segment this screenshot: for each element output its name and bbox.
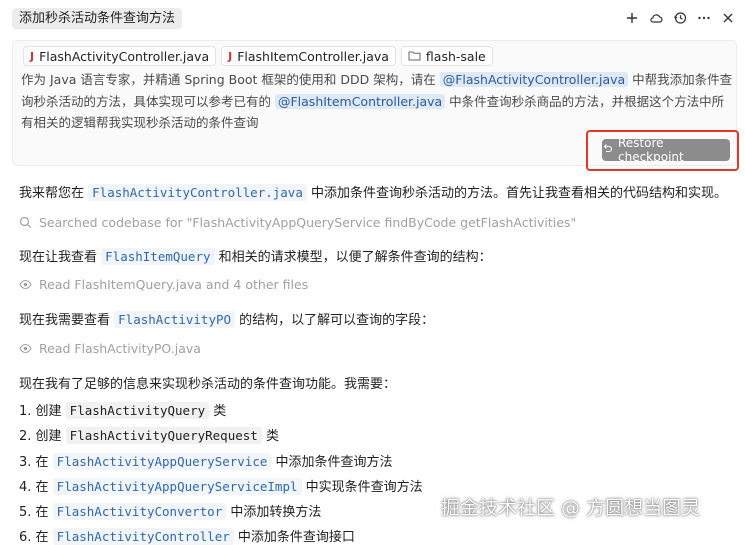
list-item: 2. 创建 FlashActivityQueryRequest 类 — [19, 425, 279, 444]
search-icon — [19, 216, 32, 229]
chip-label: FlashItemController.java — [237, 48, 389, 64]
list-item: 1. 创建 FlashActivityQuery 类 — [19, 400, 226, 419]
list-text: 类 — [209, 404, 227, 419]
inline-code[interactable]: FlashActivityQuery — [65, 402, 210, 419]
context-chip[interactable]: flash-sale — [400, 46, 493, 66]
list-text: 类 — [261, 429, 279, 444]
message-text: 现在我需要查看 — [19, 313, 115, 328]
tool-call-label: Read FlashItemQuery.java and 4 other fil… — [39, 277, 309, 292]
assistant-message: 我来帮您在 FlashActivityController.java 中添加条件… — [19, 182, 727, 201]
java-file-icon: J — [228, 49, 233, 63]
message-text: 的结构，以了解可以查询的字段： — [235, 313, 435, 328]
message-text: 我来帮您在 — [19, 186, 89, 201]
inline-code[interactable]: FlashActivityPO — [114, 311, 236, 328]
list-item: 6. 在 FlashActivityController 中添加条件查询接口 — [19, 526, 355, 545]
eye-icon — [19, 343, 32, 354]
list-text: 4. 在 — [19, 480, 53, 495]
context-chip[interactable]: J FlashItemController.java — [221, 46, 396, 66]
undo-icon — [602, 143, 613, 157]
inline-code[interactable]: FlashItemQuery — [101, 248, 215, 265]
list-text: 中添加条件查询方法 — [271, 455, 393, 470]
folder-icon — [408, 49, 421, 64]
inline-code[interactable]: FlashActivityController.java — [88, 184, 307, 201]
tool-call-label: Searched codebase for "FlashActivityAppQ… — [39, 215, 577, 230]
list-text: 2. 创建 — [19, 429, 66, 444]
assistant-message: 现在我有了足够的信息来实现秒杀活动的条件查询功能。我需要： — [19, 377, 397, 392]
assistant-message: 现在我需要查看 FlashActivityPO 的结构，以了解可以查询的字段： — [19, 309, 434, 328]
top-actions — [623, 9, 737, 27]
chat-title[interactable]: 添加秒杀活动条件查询方法 — [12, 8, 183, 29]
chip-label: flash-sale — [425, 48, 486, 64]
watermark: 掘金技术社区 @ 方圆想当图灵 — [441, 497, 701, 519]
list-text: 6. 在 — [19, 530, 53, 545]
list-item: 3. 在 FlashActivityAppQueryService 中添加条件查… — [19, 451, 393, 470]
message-text: 中添加条件查询秒杀活动的方法。首先让我查看相关的代码结构和实现。 — [306, 186, 727, 201]
inline-code[interactable]: FlashActivityAppQueryServiceImpl — [52, 478, 302, 495]
assistant-message: 现在让我查看 FlashItemQuery 和相关的请求模型，以便了解条件查询的… — [19, 246, 492, 265]
restore-checkpoint-button[interactable]: Restore checkpoint — [602, 136, 730, 164]
list-text: 3. 在 — [19, 455, 53, 470]
inline-code[interactable]: FlashActivityController — [52, 528, 234, 545]
tool-call-read[interactable]: Read FlashActivityPO.java — [19, 341, 201, 356]
chip-label: FlashActivityController.java — [39, 48, 210, 64]
inline-code[interactable]: FlashActivityConvertor — [52, 503, 227, 520]
eye-icon — [19, 279, 32, 290]
message-text: 和相关的请求模型，以便了解条件查询的结构： — [214, 250, 492, 265]
tool-call-label: Read FlashActivityPO.java — [39, 341, 201, 356]
restore-label: Restore checkpoint — [618, 136, 684, 164]
top-bar: 添加秒杀活动条件查询方法 — [0, 0, 745, 38]
prompt-text: 作为 Java 语言专家，并精通 Spring Boot 框架的使用和 DDD … — [21, 69, 733, 134]
close-icon[interactable] — [719, 9, 737, 27]
inline-code[interactable]: FlashActivityAppQueryService — [52, 453, 272, 470]
context-chip[interactable]: J FlashActivityController.java — [23, 46, 217, 66]
more-icon[interactable] — [695, 9, 713, 27]
history-icon[interactable] — [671, 9, 689, 27]
list-text: 中添加转换方法 — [226, 505, 322, 520]
plus-icon[interactable] — [623, 9, 641, 27]
inline-code[interactable]: FlashActivityQueryRequest — [65, 427, 262, 444]
java-file-icon: J — [30, 49, 35, 63]
list-text: 中实现条件查询方法 — [301, 480, 423, 495]
list-text: 5. 在 — [19, 505, 53, 520]
prompt-text-part: 作为 Java 语言专家，并精通 Spring Boot 框架的使用和 DDD … — [21, 72, 440, 87]
tool-call-read[interactable]: Read FlashItemQuery.java and 4 other fil… — [19, 277, 308, 292]
tool-call-search[interactable]: Searched codebase for "FlashActivityAppQ… — [19, 215, 576, 230]
file-mention[interactable]: @FlashItemController.java — [274, 93, 446, 109]
list-item: 5. 在 FlashActivityConvertor 中添加转换方法 — [19, 501, 321, 520]
context-chips: J FlashActivityController.java J FlashIt… — [23, 46, 493, 66]
list-text: 1. 创建 — [19, 404, 66, 419]
cloud-icon[interactable] — [647, 9, 665, 27]
file-mention[interactable]: @FlashActivityController.java — [439, 72, 629, 87]
message-text: 现在让我查看 — [19, 250, 102, 265]
list-text: 中添加条件查询接口 — [233, 530, 355, 545]
list-item: 4. 在 FlashActivityAppQueryServiceImpl 中实… — [19, 476, 423, 495]
